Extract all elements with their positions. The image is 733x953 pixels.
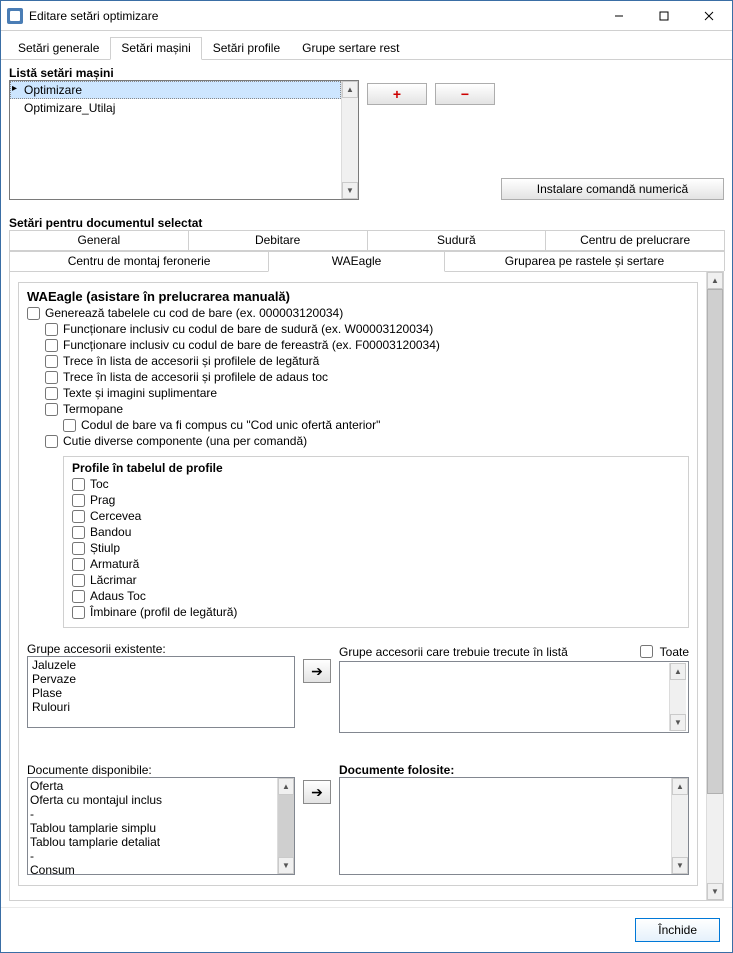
acc-right-list[interactable]: ▲ ▼ <box>339 661 689 733</box>
scroll-down-icon[interactable]: ▼ <box>278 857 294 874</box>
profile-group: Profile în tabelul de profile Toc Prag C… <box>63 456 689 628</box>
chk-texte[interactable]: Texte și imagini suplimentare <box>45 386 689 400</box>
tab-general[interactable]: General <box>9 230 189 251</box>
chk-weld-code[interactable]: Funcționare inclusiv cu codul de bare de… <box>45 322 689 336</box>
list-item[interactable]: Jaluzele <box>30 658 292 672</box>
list-item[interactable]: Oferta cu montajul inclus <box>30 793 275 807</box>
list-item[interactable]: Optimizare_Utilaj <box>10 99 341 117</box>
chk-adaus-toc[interactable]: Trece în lista de accesorii și profilele… <box>45 370 689 384</box>
chk-gen-barcode[interactable]: Generează tabelele cu cod de bare (ex. 0… <box>27 306 689 320</box>
chk-cercevea[interactable]: Cercevea <box>72 509 680 523</box>
chk-bandou[interactable]: Bandou <box>72 525 680 539</box>
tab-drawer-groups[interactable]: Grupe sertare rest <box>291 37 410 59</box>
chk-termo[interactable]: Termopane <box>45 402 689 416</box>
window: Editare setări optimizare Setări general… <box>0 0 733 953</box>
scroll-up-icon[interactable]: ▲ <box>278 778 294 795</box>
machine-list-label: Listă setări mașini <box>9 66 724 80</box>
maximize-button[interactable] <box>641 1 686 31</box>
main-scrollbar[interactable]: ▲ ▼ <box>706 272 723 900</box>
chk-toc[interactable]: Toc <box>72 477 680 491</box>
scroll-up-icon[interactable]: ▲ <box>342 81 358 98</box>
window-title: Editare setări optimizare <box>29 9 596 23</box>
list-item[interactable]: Optimizare <box>10 81 341 99</box>
list-item[interactable]: - <box>30 849 275 863</box>
chk-cutie[interactable]: Cutie diverse componente (una per comand… <box>45 434 689 448</box>
tab-rastele[interactable]: Gruparea pe rastele și sertare <box>444 251 725 271</box>
list-item[interactable]: Consum <box>30 863 275 874</box>
scroll-up-icon[interactable]: ▲ <box>672 778 688 795</box>
scroll-up-icon[interactable]: ▲ <box>670 663 686 680</box>
move-right-doc-button[interactable]: ➔ <box>303 780 331 804</box>
chk-imbinare[interactable]: Îmbinare (profil de legătură) <box>72 605 680 619</box>
chk-armatura[interactable]: Armatură <box>72 557 680 571</box>
list-item[interactable]: Tablou tamplarie simplu <box>30 821 275 835</box>
scroll-down-icon[interactable]: ▼ <box>707 883 723 900</box>
list-item[interactable]: Tablou tamplarie detaliat <box>30 835 275 849</box>
minimize-button[interactable] <box>596 1 641 31</box>
move-right-button[interactable]: ➔ <box>303 659 331 683</box>
main-tabs: Setări generale Setări mașini Setări pro… <box>1 31 732 60</box>
scroll-down-icon[interactable]: ▼ <box>670 714 686 731</box>
chk-window-code[interactable]: Funcționare inclusiv cu codul de bare de… <box>45 338 689 352</box>
waeagle-group: WAEagle (asistare în prelucrarea manuală… <box>18 282 698 886</box>
list-item[interactable]: - <box>30 807 275 821</box>
remove-button[interactable]: − <box>435 83 495 105</box>
chk-acc-list[interactable]: Trece în lista de accesorii și profilele… <box>45 354 689 368</box>
acc-left-label: Grupe accesorii existente: <box>27 642 295 656</box>
scroll-down-icon[interactable]: ▼ <box>672 857 688 874</box>
tab-debitare[interactable]: Debitare <box>188 230 368 251</box>
doc-section-label: Setări pentru documentul selectat <box>9 216 724 230</box>
docs-left-list[interactable]: Oferta Oferta cu montajul inclus - Tablo… <box>27 777 295 875</box>
docs-right-list[interactable]: ▲ ▼ <box>339 777 689 875</box>
add-button[interactable]: + <box>367 83 427 105</box>
close-dialog-button[interactable]: Închide <box>635 918 720 942</box>
docs-right-label: Documente folosite: <box>339 763 689 777</box>
tab-prelucrare[interactable]: Centru de prelucrare <box>545 230 725 251</box>
footer: Închide <box>1 907 732 952</box>
tab-general-settings[interactable]: Setări generale <box>7 37 110 59</box>
acc-left-list[interactable]: Jaluzele Pervaze Plase Rulouri <box>27 656 295 728</box>
docs-left-label: Documente disponibile: <box>27 763 295 777</box>
tab-profile-settings[interactable]: Setări profile <box>202 37 291 59</box>
acc-right-label: Grupe accesorii care trebuie trecute în … <box>339 645 628 659</box>
chk-lacrimar[interactable]: Lăcrimar <box>72 573 680 587</box>
scrollbar[interactable]: ▲ ▼ <box>341 81 358 199</box>
machine-list[interactable]: Optimizare Optimizare_Utilaj ▲ ▼ <box>9 80 359 200</box>
tab-feronerie[interactable]: Centru de montaj feronerie <box>9 251 269 271</box>
close-button[interactable] <box>686 1 732 31</box>
list-item[interactable]: Rulouri <box>30 700 292 714</box>
list-item[interactable]: Oferta <box>30 779 275 793</box>
install-nc-button[interactable]: Instalare comandă numerică <box>501 178 724 200</box>
list-item[interactable]: Plase <box>30 686 292 700</box>
scroll-up-icon[interactable]: ▲ <box>707 272 723 289</box>
chk-stulp[interactable]: Știulp <box>72 541 680 555</box>
tab-machine-settings[interactable]: Setări mașini <box>110 37 201 60</box>
chk-cod-uniq[interactable]: Codul de bare va fi compus cu "Cod unic … <box>63 418 689 432</box>
app-icon <box>7 8 23 24</box>
chk-toate[interactable]: Toate <box>636 642 689 661</box>
chk-adaus-toc-p[interactable]: Adaus Toc <box>72 589 680 603</box>
tab-waeagle[interactable]: WAEagle <box>268 251 445 272</box>
list-item[interactable]: Pervaze <box>30 672 292 686</box>
tab-sudura[interactable]: Sudură <box>367 230 547 251</box>
profile-group-title: Profile în tabelul de profile <box>72 461 680 475</box>
titlebar: Editare setări optimizare <box>1 1 732 31</box>
waeagle-title: WAEagle (asistare în prelucrarea manuală… <box>27 289 689 304</box>
chk-prag[interactable]: Prag <box>72 493 680 507</box>
scroll-down-icon[interactable]: ▼ <box>342 182 358 199</box>
